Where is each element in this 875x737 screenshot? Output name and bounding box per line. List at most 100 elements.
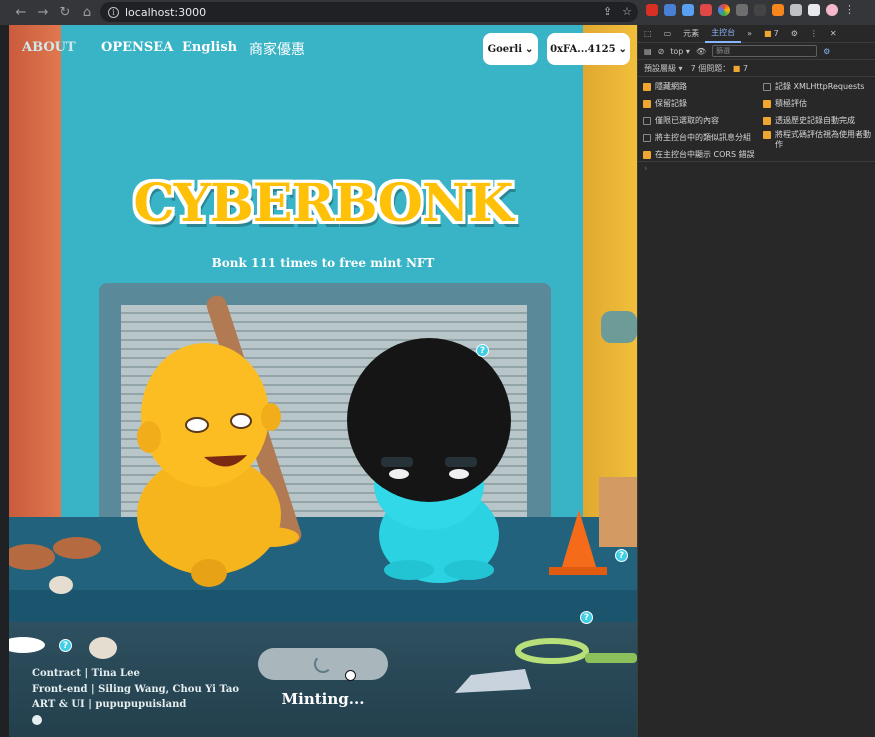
issues-badge[interactable]: ■ 7 [758,25,785,43]
fried-egg [9,637,45,653]
extension-translate-icon[interactable] [664,4,676,16]
address-bar[interactable]: i localhost:3000 ⇪ ☆ [100,2,638,22]
option-label: 透過歷史記錄自動完成 [775,116,855,125]
nav-opensea-link[interactable]: OPENSEA [101,40,173,55]
option-show-cors-errors[interactable]: 在主控台中顯示 CORS 錯誤 [643,150,755,160]
issues-link[interactable]: 7 個問題： ■ 7 [691,63,748,74]
yellow-character-ear [261,403,281,431]
extension-dark-icon[interactable] [754,4,766,16]
option-user-activation-eval[interactable]: 將程式碼評估視為使用者動作 [763,130,871,150]
checkbox-checked[interactable] [643,100,651,108]
nav-about-link[interactable]: ABOUT [22,40,76,55]
option-selected-context-only[interactable]: 僅限已選取的內容 [643,116,719,126]
credit-contract: Contract | Tina Lee [32,668,140,679]
profile-avatar-icon[interactable] [826,4,838,16]
log-levels-dropdown[interactable]: 預設層級 ▾ [644,63,683,74]
help-marker[interactable]: ? [476,344,489,357]
egg [89,637,117,659]
site-nav: ABOUT OPENSEA English 商家優惠 Goerli ⌄ 0xFA… [9,25,637,73]
devtools-panel: ⬚ ▭ 元素 主控台 » ■ 7 ⚙ ⋮ ✕ ▤ ⊘ top ▾ 👁 篩選 ⚙ … [637,25,875,737]
checkbox-unchecked[interactable] [643,134,651,142]
extension-red-icon[interactable] [646,4,658,16]
tab-elements[interactable]: 元素 [677,25,705,43]
checkbox-checked[interactable] [763,117,771,125]
cyan-character-afro [347,338,511,502]
egg-bowl [53,537,101,559]
filter-input[interactable]: 篩選 [712,45,818,57]
console-toolbar: ▤ ⊘ top ▾ 👁 篩選 ⚙ [638,43,875,60]
live-expression-eye-icon[interactable]: 👁 [696,47,706,56]
cyan-character-leg [444,560,494,580]
site-subtitle: Bonk 111 times to free mint NFT [211,256,435,270]
option-hide-network[interactable]: 隱藏網路 [643,82,687,92]
help-marker[interactable]: ? [615,549,628,562]
extension-gift-icon[interactable] [700,4,712,16]
option-group-similar[interactable]: 將主控台中的類似訊息分組 [643,133,751,143]
option-label: 將主控台中的類似訊息分組 [655,133,751,142]
checkbox-checked[interactable] [763,100,771,108]
console-levels-row: 預設層級 ▾ 7 個問題： ■ 7 [638,60,875,77]
nav-merchant-link[interactable]: 商家優惠 [249,39,305,59]
option-label: 隱藏網路 [655,82,687,91]
site-info-icon[interactable]: i [108,6,119,18]
checkbox-checked[interactable] [763,131,771,139]
sidepanel-icon[interactable] [808,4,820,16]
issues-label: 7 個問題： [690,63,731,73]
console-prompt[interactable]: › [644,164,648,174]
site-title: CYBERBONK [133,173,513,234]
devtools-tabs: ⬚ ▭ 元素 主控台 » ■ 7 ⚙ ⋮ ✕ [638,25,875,43]
forward-icon[interactable]: → [32,2,54,24]
paper-sheet [455,669,531,693]
network-selector[interactable]: Goerli ⌄ [483,33,538,65]
extension-grey-icon[interactable] [736,4,748,16]
cyan-character-brow [381,457,413,467]
option-log-xhr[interactable]: 記錄 XMLHttpRequests [763,82,864,92]
github-icon[interactable] [32,714,42,725]
not-allowed-cursor-icon [345,670,356,681]
tab-console[interactable]: 主控台 [705,25,742,43]
nav-language-link[interactable]: English [182,40,237,55]
metamask-fox-icon[interactable] [772,4,784,16]
extension-color-icon[interactable] [718,4,730,16]
context-selector[interactable]: top ▾ [670,47,690,56]
settings-gear-icon[interactable]: ⚙ [785,25,804,43]
back-icon[interactable]: ← [10,2,32,24]
clear-console-icon[interactable]: ⊘ [658,47,665,56]
home-icon[interactable]: ⌂ [76,2,98,24]
inspect-element-icon[interactable]: ⬚ [638,25,658,43]
checkbox-unchecked[interactable] [763,83,771,91]
extension-blue-icon[interactable] [682,4,694,16]
help-marker[interactable]: ? [580,611,593,624]
magnifying-glass [515,638,589,664]
close-devtools-icon[interactable]: ✕ [824,25,843,43]
checkbox-checked[interactable] [643,83,651,91]
option-label: 保留記錄 [655,99,687,108]
mint-button[interactable] [258,648,388,680]
option-eager-evaluation[interactable]: 積極評估 [763,99,807,109]
sidebar-toggle-icon[interactable]: ▤ [644,47,652,56]
devtools-menu-icon[interactable]: ⋮ [804,25,824,43]
wallet-selector[interactable]: 0xFA...4125 ⌄ [547,33,630,65]
traffic-cone [561,510,597,570]
option-label: 積極評估 [775,99,807,108]
puzzle-extensions-icon[interactable] [790,4,802,16]
option-preserve-log[interactable]: 保留記錄 [643,99,687,109]
device-toolbar-icon[interactable]: ▭ [658,25,678,43]
log-levels-label: 預設層級 [644,63,676,73]
reload-icon[interactable]: ↻ [54,2,76,24]
egg [49,576,73,594]
issues-count: 7 [742,63,748,73]
console-settings-icon[interactable]: ⚙ [823,47,830,56]
option-autocomplete-history[interactable]: 透過歷史記錄自動完成 [763,116,855,126]
checkbox-checked[interactable] [643,151,651,159]
browser-toolbar: ← → ↻ ⌂ i localhost:3000 ⇪ ☆ ⋮ [0,0,875,25]
traffic-cone-base [549,567,607,575]
console-divider [638,161,875,162]
share-icon[interactable]: ⇪ [603,5,612,18]
minting-status: Minting... [281,690,365,708]
help-marker[interactable]: ? [59,639,72,652]
menu-kebab-icon[interactable]: ⋮ [844,4,856,16]
more-tabs-icon[interactable]: » [741,25,758,43]
checkbox-unchecked[interactable] [643,117,651,125]
bookmark-star-icon[interactable]: ☆ [622,5,632,18]
